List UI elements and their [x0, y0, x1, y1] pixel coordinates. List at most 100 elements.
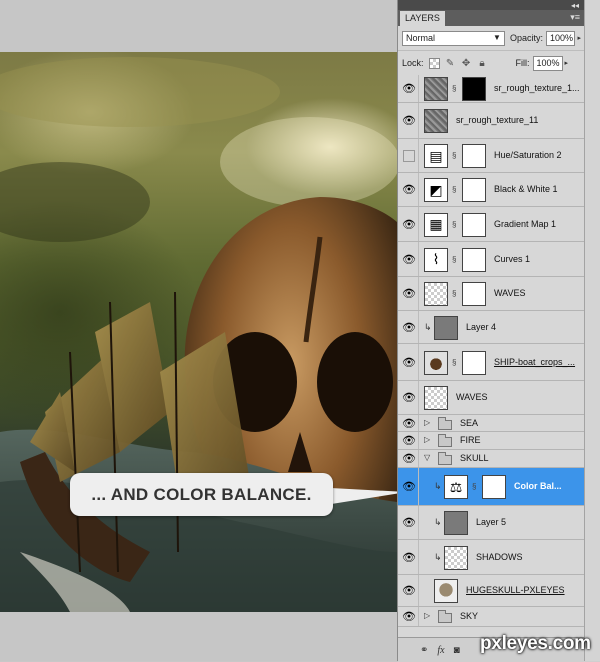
opacity-input[interactable]: 100% [545, 30, 576, 46]
layer-group-row[interactable]: 👁︎ ▷ FIRE [398, 432, 585, 450]
layer-row[interactable]: 👁︎ ↳ Layer 4 [398, 311, 585, 344]
group-expanded-icon[interactable]: ▽ [424, 453, 430, 462]
visibility-eye-icon[interactable]: 👁︎ [400, 540, 419, 574]
mask-link-icon[interactable]: § [472, 482, 476, 491]
group-collapsed-icon[interactable]: ▷ [424, 435, 430, 444]
layer-mask-thumbnail[interactable] [482, 475, 506, 499]
visibility-eye-icon[interactable]: 👁︎ [400, 242, 419, 276]
layer-row[interactable]: 👁︎ HUGESKULL-PXLEYES [398, 575, 585, 607]
visibility-eye-icon[interactable]: 👁︎ [400, 607, 419, 626]
visibility-eye-icon[interactable]: 👁︎ [400, 575, 419, 606]
visibility-eye-icon[interactable]: 👁︎ [400, 311, 419, 343]
lock-position-icon[interactable]: ✥ [461, 58, 472, 69]
artwork-canvas[interactable] [0, 52, 397, 612]
layer-thumbnail[interactable] [434, 579, 458, 603]
layer-name[interactable]: SKULL [460, 453, 489, 463]
layer-thumbnail[interactable] [444, 511, 468, 535]
collapse-icon[interactable]: ◂◂ [571, 1, 579, 10]
layer-row[interactable]: ▤ § Hue/Saturation 2 [398, 139, 585, 173]
link-icon[interactable]: ⚭ [420, 645, 428, 656]
layer-name[interactable]: SEA [460, 418, 478, 428]
visibility-eye-icon[interactable]: 👁︎ [400, 381, 419, 414]
visibility-eye-icon[interactable]: 👁︎ [400, 207, 419, 241]
mask-link-icon[interactable]: § [452, 220, 456, 229]
layer-row[interactable]: 👁︎ ↳ ⚖ § Color Bal... [398, 468, 585, 506]
layer-name[interactable]: Gradient Map 1 [494, 219, 556, 229]
layer-row[interactable]: 👁︎ ↳ SHADOWS [398, 540, 585, 575]
layer-name[interactable]: SKY [460, 611, 478, 621]
mask-link-icon[interactable]: § [452, 255, 456, 264]
layer-name[interactable]: sr_rough_texture_11 [456, 115, 538, 125]
layer-thumbnail[interactable] [434, 315, 458, 340]
lock-transparent-icon[interactable] [428, 57, 440, 69]
add-mask-icon[interactable]: ◙ [454, 645, 460, 656]
layer-row[interactable]: 👁︎ sr_rough_texture_11 [398, 103, 585, 139]
layer-thumbnail[interactable] [444, 545, 468, 570]
layer-name[interactable]: HUGESKULL-PXLEYES [466, 585, 565, 595]
layer-thumbnail[interactable] [424, 386, 448, 410]
visibility-eye-icon[interactable]: 👁︎ [400, 75, 419, 102]
layer-thumbnail[interactable] [424, 350, 448, 375]
layer-group-row[interactable]: 👁︎ ▷ SKY [398, 607, 585, 627]
visibility-eye-icon[interactable]: 👁︎ [400, 506, 419, 539]
hue-sat-adjustment-icon[interactable]: ▤ [424, 144, 448, 168]
layer-name[interactable]: Layer 4 [466, 322, 496, 332]
layer-mask-thumbnail[interactable] [462, 282, 486, 306]
blend-mode-select[interactable]: Normal ▼ [402, 30, 505, 46]
layer-mask-thumbnail[interactable] [462, 350, 486, 375]
curves-adjustment-icon[interactable]: ⌇ [424, 247, 448, 272]
layer-row[interactable]: 👁︎ § sr_rough_texture_1... [398, 75, 585, 103]
visibility-eye-icon[interactable]: 👁︎ [400, 415, 419, 431]
group-collapsed-icon[interactable]: ▷ [424, 611, 430, 620]
panel-menu-icon[interactable]: ▾≡ [570, 12, 580, 23]
layer-name[interactable]: SHIP-boat_crops_... [494, 357, 575, 367]
color-balance-adjustment-icon[interactable]: ⚖ [444, 475, 468, 499]
layer-name[interactable]: SHADOWS [476, 552, 523, 562]
layer-mask-thumbnail[interactable] [462, 144, 486, 168]
black-white-adjustment-icon[interactable]: ◩ [424, 178, 448, 202]
layer-mask-thumbnail[interactable] [462, 77, 486, 101]
layer-name[interactable]: sr_rough_texture_1... [494, 83, 580, 93]
visibility-eye-icon[interactable] [400, 139, 419, 172]
layer-row[interactable]: 👁︎ ↳ Layer 5 [398, 506, 585, 540]
group-collapsed-icon[interactable]: ▷ [424, 418, 430, 427]
fx-button[interactable]: fx [437, 645, 444, 656]
layer-group-row[interactable]: 👁︎ ▷ SEA [398, 415, 585, 432]
mask-link-icon[interactable]: § [452, 358, 456, 367]
visibility-eye-icon[interactable]: 👁︎ [400, 468, 419, 505]
layer-row[interactable]: 👁︎ § SHIP-boat_crops_... [398, 344, 585, 381]
layer-row[interactable]: 👁︎ ▦ § Gradient Map 1 [398, 207, 585, 242]
layer-mask-thumbnail[interactable] [462, 212, 486, 237]
layer-row[interactable]: 👁︎ § WAVES [398, 277, 585, 311]
layer-name[interactable]: WAVES [494, 288, 526, 298]
layer-thumbnail[interactable] [424, 282, 448, 306]
layer-name[interactable]: Black & White 1 [494, 184, 558, 194]
layer-name[interactable]: Layer 5 [476, 517, 506, 527]
mask-link-icon[interactable]: § [452, 84, 456, 93]
layer-thumbnail[interactable] [424, 77, 448, 101]
fill-slider-icon[interactable]: ▸ [565, 59, 569, 67]
layer-name[interactable]: Color Bal... [514, 481, 562, 491]
layer-row[interactable]: 👁︎ ⌇ § Curves 1 [398, 242, 585, 277]
layer-name[interactable]: Curves 1 [494, 254, 530, 264]
mask-link-icon[interactable]: § [452, 289, 456, 298]
layer-mask-thumbnail[interactable] [462, 247, 486, 272]
layer-name[interactable]: WAVES [456, 392, 488, 402]
layer-row[interactable]: 👁︎ WAVES [398, 381, 585, 415]
fill-input[interactable]: 100% [532, 55, 563, 71]
visibility-eye-icon[interactable]: 👁︎ [400, 450, 419, 467]
visibility-eye-icon[interactable]: 👁︎ [400, 432, 419, 449]
visibility-eye-icon[interactable]: 👁︎ [400, 103, 419, 138]
lock-all-icon[interactable]: 🔒︎ [477, 58, 488, 69]
layer-thumbnail[interactable] [424, 109, 448, 133]
panel-scrollbar[interactable] [584, 0, 600, 661]
opacity-slider-icon[interactable]: ▸ [577, 34, 581, 42]
visibility-eye-icon[interactable]: 👁︎ [400, 344, 419, 380]
layer-row[interactable]: 👁︎ ◩ § Black & White 1 [398, 173, 585, 207]
tab-layers[interactable]: LAYERS [400, 11, 445, 26]
layer-name[interactable]: FIRE [460, 435, 481, 445]
layer-mask-thumbnail[interactable] [462, 178, 486, 202]
layer-group-row[interactable]: 👁︎ ▽ SKULL [398, 450, 585, 468]
lock-pixels-icon[interactable]: ✎ [445, 58, 456, 69]
mask-link-icon[interactable]: § [452, 185, 456, 194]
